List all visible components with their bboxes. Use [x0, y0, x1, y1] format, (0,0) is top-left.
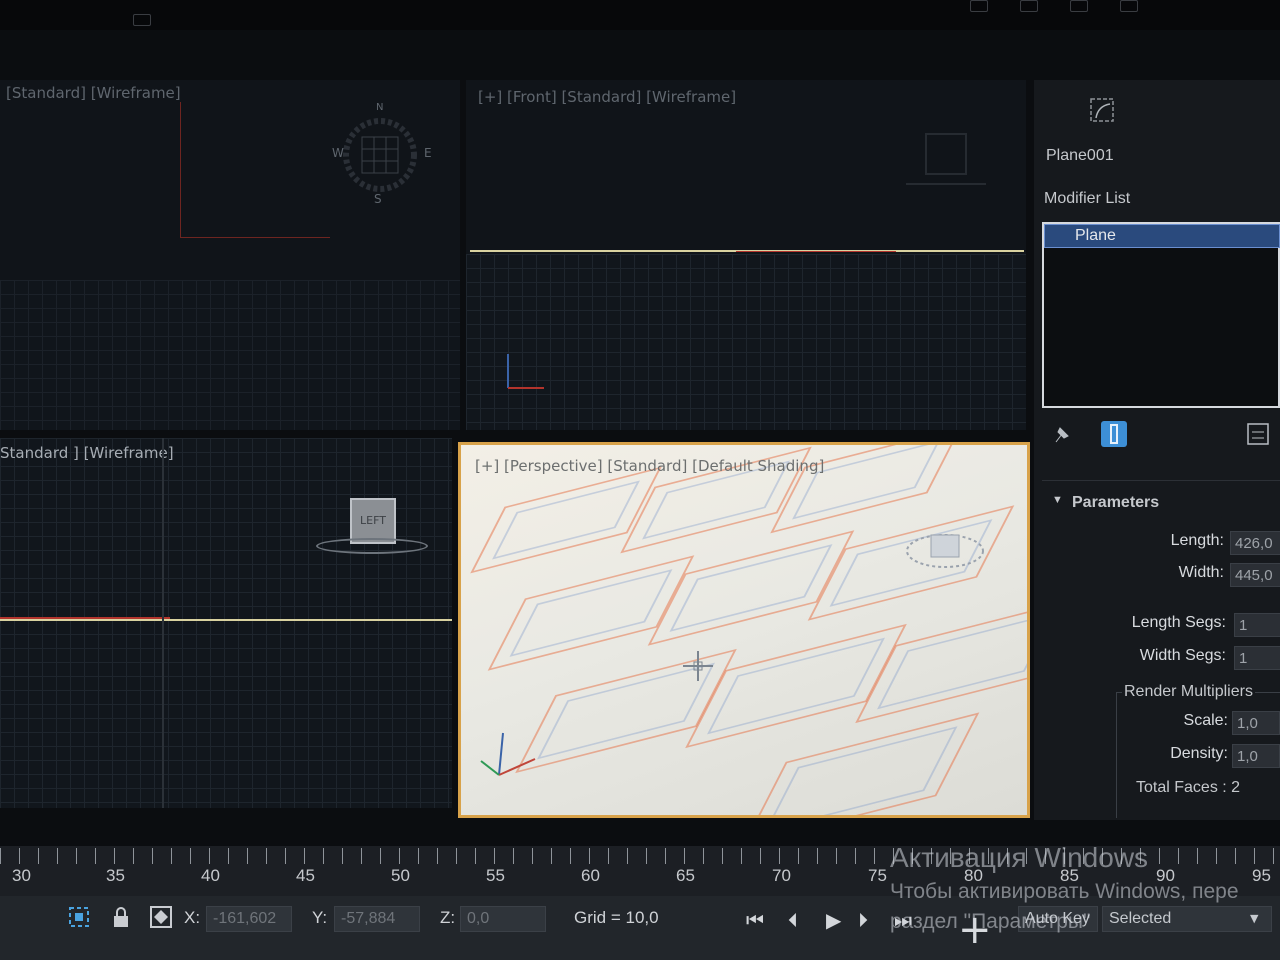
compass-n-label: N: [376, 102, 384, 113]
previous-frame-button[interactable]: ⏴: [788, 908, 798, 932]
timeline-tick-label: 45: [296, 866, 315, 885]
compass-icon[interactable]: [330, 105, 430, 205]
scale-label: Scale:: [1183, 712, 1228, 729]
length-segs-input[interactable]: 1: [1234, 613, 1280, 637]
viewport-label[interactable]: Standard ] [Wireframe]: [0, 444, 174, 462]
z-coordinate-label: Z:: [440, 908, 456, 927]
modify-panel-icon[interactable]: [1088, 96, 1116, 124]
z-coordinate-input[interactable]: 0,0: [460, 906, 546, 932]
axis-gizmo-icon: [480, 732, 536, 776]
next-frame-button[interactable]: ⏵: [858, 908, 868, 932]
axis-divider: [162, 438, 164, 808]
total-faces-text: Total Faces : 2: [1136, 779, 1241, 796]
density-label: Density:: [1170, 745, 1228, 762]
viewport-front[interactable]: [+] [Front] [Standard] [Wireframe]: [466, 80, 1026, 430]
viewport-left[interactable]: Standard ] [Wireframe] LEFT: [0, 438, 452, 808]
y-coordinate-label: Y:: [312, 908, 328, 927]
texture-tile: [470, 466, 662, 574]
width-segs-input[interactable]: 1: [1234, 646, 1280, 670]
timeline-tick-label: 95: [1252, 866, 1271, 885]
axis-gizmo-icon: [507, 354, 544, 389]
density-input[interactable]: 1,0: [1232, 744, 1280, 768]
texture-tile: [742, 712, 980, 815]
modifier-stack-item[interactable]: Plane: [1044, 224, 1280, 248]
object-name-field[interactable]: Plane001: [1046, 147, 1114, 165]
modifier-stack[interactable]: Plane: [1042, 222, 1280, 408]
command-panel: Plane001 Modifier List Plane ▼ Parameter…: [1034, 80, 1280, 820]
grid-floor: [0, 280, 460, 430]
windows-activation-text: Чтобы активировать Windows, пере: [890, 880, 1239, 903]
viewcube-face-label: LEFT: [360, 514, 386, 527]
x-coordinate-label: X:: [184, 908, 201, 927]
timeline-tick-label: 70: [772, 866, 791, 885]
pin-stack-icon[interactable]: [1048, 420, 1076, 448]
rollout-toggle-icon[interactable]: ▼: [1052, 494, 1063, 506]
windows-activation-text: раздел "Параметры": [890, 910, 1091, 933]
chevron-down-icon[interactable]: ▼: [1250, 912, 1258, 925]
configure-modifier-sets-icon[interactable]: [1244, 420, 1272, 448]
show-end-result-icon[interactable]: [1100, 420, 1128, 448]
go-to-start-button[interactable]: ⏮: [746, 908, 764, 932]
x-coordinate-input[interactable]: -161,602: [206, 906, 292, 932]
viewcube-icon[interactable]: [906, 130, 986, 190]
length-segs-label: Length Segs:: [1131, 614, 1226, 631]
timeline-tick-label: 35: [106, 866, 125, 885]
grid-size-text: Grid = 10,0: [574, 908, 659, 927]
timeline-tick-label: 65: [676, 866, 695, 885]
width-input[interactable]: 445,0: [1230, 563, 1280, 587]
play-button[interactable]: ▶: [826, 908, 841, 932]
ground-line: [0, 619, 452, 621]
viewcube-ring: [316, 538, 428, 554]
length-label: Length:: [1170, 532, 1224, 549]
toolbar-icon[interactable]: [1020, 0, 1038, 12]
timeline-tick-label: 60: [581, 866, 600, 885]
timeline-tick-label: 50: [391, 866, 410, 885]
crosshair-cursor-icon: [683, 651, 713, 681]
y-coordinate-input[interactable]: -57,884: [334, 906, 420, 932]
render-multipliers-label: Render Multipliers: [1122, 683, 1255, 701]
timeline-tick-label: 75: [868, 866, 887, 885]
axis-x-red: [736, 251, 896, 252]
viewcube-icon[interactable]: [901, 519, 991, 579]
top-toolbar: [0, 0, 1280, 30]
toolbar-icon[interactable]: [970, 0, 988, 12]
timeline-tick-label: 30: [12, 866, 31, 885]
mail-icon[interactable]: [133, 14, 151, 26]
windows-activation-title: Активация Windows: [890, 842, 1149, 873]
viewport-top[interactable]: [Standard] [Wireframe] N S W E: [0, 80, 460, 430]
compass-w-label: W: [332, 146, 344, 160]
timeline-tick-label: 40: [201, 866, 220, 885]
viewport-perspective[interactable]: [+] [Perspective] [Standard] [Default Sh…: [458, 442, 1030, 818]
selection-set-dropdown[interactable]: Selected: [1102, 906, 1272, 932]
isolate-selection-icon[interactable]: [66, 904, 92, 930]
lock-icon[interactable]: [108, 904, 134, 930]
panel-divider: [1042, 480, 1280, 481]
modifier-list-dropdown[interactable]: Modifier List: [1044, 190, 1130, 208]
absolute-mode-transform-icon[interactable]: [148, 904, 174, 930]
axis-y-red: [180, 102, 181, 238]
viewport-label[interactable]: [Standard] [Wireframe]: [6, 84, 181, 102]
width-label: Width:: [1178, 564, 1224, 581]
compass-e-label: E: [424, 146, 432, 160]
toolbar-icon[interactable]: [1070, 0, 1088, 12]
axis-x-red: [180, 237, 330, 238]
toolbar-icon[interactable]: [1120, 0, 1138, 12]
timeline-tick-label: 55: [486, 866, 505, 885]
viewport-label[interactable]: [+] [Front] [Standard] [Wireframe]: [478, 88, 736, 106]
viewport-label[interactable]: [+] [Perspective] [Standard] [Default Sh…: [475, 457, 824, 475]
axis-x-red: [0, 617, 170, 619]
compass-s-label: S: [374, 192, 382, 206]
width-segs-label: Width Segs:: [1139, 647, 1226, 664]
scale-input[interactable]: 1,0: [1232, 711, 1280, 735]
length-input[interactable]: 426,0: [1230, 531, 1280, 555]
parameters-rollout-title[interactable]: Parameters: [1072, 494, 1159, 512]
modifier-stack-item-label: Plane: [1075, 227, 1116, 244]
